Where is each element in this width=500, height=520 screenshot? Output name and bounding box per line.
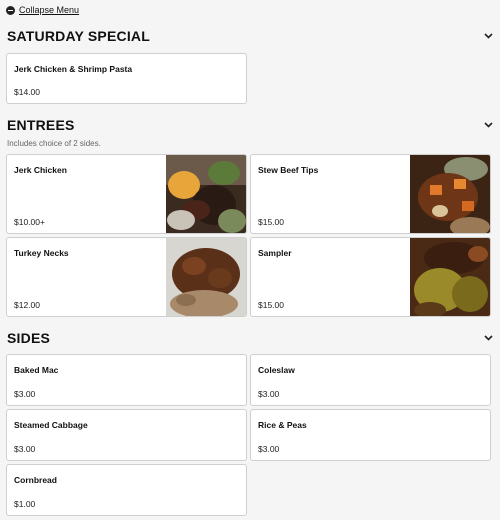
minus-circle-icon bbox=[6, 5, 15, 15]
section-title: SIDES bbox=[7, 330, 51, 346]
item-price: $14.00 bbox=[14, 87, 40, 97]
section-header-saturday-special: SATURDAY SPECIAL bbox=[7, 28, 493, 44]
section-title: ENTREES bbox=[7, 117, 75, 133]
menu-item-card[interactable]: Cornbread $1.00 bbox=[6, 464, 247, 516]
item-price: $3.00 bbox=[14, 444, 36, 454]
chevron-down-icon[interactable] bbox=[484, 121, 493, 130]
menu-item-card[interactable]: Baked Mac $3.00 bbox=[6, 354, 247, 406]
food-photo bbox=[166, 238, 246, 316]
menu-item-card[interactable]: Jerk Chicken $10.00+ bbox=[6, 154, 247, 234]
item-price: $15.00 bbox=[258, 217, 284, 227]
item-price: $10.00+ bbox=[14, 217, 45, 227]
menu-item-card[interactable]: Sampler $15.00 bbox=[250, 237, 491, 317]
collapse-menu-link[interactable]: Collapse Menu bbox=[6, 5, 79, 15]
item-name: Steamed Cabbage bbox=[14, 420, 88, 430]
item-name: Jerk Chicken & Shrimp Pasta bbox=[14, 64, 133, 74]
item-name: Jerk Chicken bbox=[14, 165, 67, 175]
item-price: $15.00 bbox=[258, 300, 284, 310]
menu-item-card[interactable]: Steamed Cabbage $3.00 bbox=[6, 409, 247, 461]
section-header-sides: SIDES bbox=[7, 330, 493, 346]
item-name: Turkey Necks bbox=[14, 248, 69, 258]
menu-item-card[interactable]: Coleslaw $3.00 bbox=[250, 354, 491, 406]
food-photo bbox=[410, 155, 490, 233]
food-photo bbox=[410, 238, 490, 316]
menu-item-card[interactable]: Jerk Chicken & Shrimp Pasta $14.00 bbox=[6, 53, 247, 104]
item-name: Stew Beef Tips bbox=[258, 165, 319, 175]
section-note: Includes choice of 2 sides. bbox=[7, 139, 101, 148]
menu-item-card[interactable]: Turkey Necks $12.00 bbox=[6, 237, 247, 317]
item-price: $3.00 bbox=[258, 444, 280, 454]
item-name: Coleslaw bbox=[258, 365, 295, 375]
food-photo bbox=[166, 155, 246, 233]
collapse-menu-label: Collapse Menu bbox=[19, 5, 80, 15]
section-title: SATURDAY SPECIAL bbox=[7, 28, 150, 44]
item-price: $3.00 bbox=[14, 389, 36, 399]
item-price: $12.00 bbox=[14, 300, 40, 310]
item-name: Rice & Peas bbox=[258, 420, 307, 430]
chevron-down-icon[interactable] bbox=[484, 32, 493, 41]
menu-item-card[interactable]: Rice & Peas $3.00 bbox=[250, 409, 491, 461]
item-price: $3.00 bbox=[258, 389, 280, 399]
chevron-down-icon[interactable] bbox=[484, 334, 493, 343]
item-name: Baked Mac bbox=[14, 365, 59, 375]
menu-item-card[interactable]: Stew Beef Tips $15.00 bbox=[250, 154, 491, 234]
item-price: $1.00 bbox=[14, 499, 36, 509]
item-name: Sampler bbox=[258, 248, 292, 258]
item-name: Cornbread bbox=[14, 475, 57, 485]
section-header-entrees: ENTREES bbox=[7, 117, 493, 133]
